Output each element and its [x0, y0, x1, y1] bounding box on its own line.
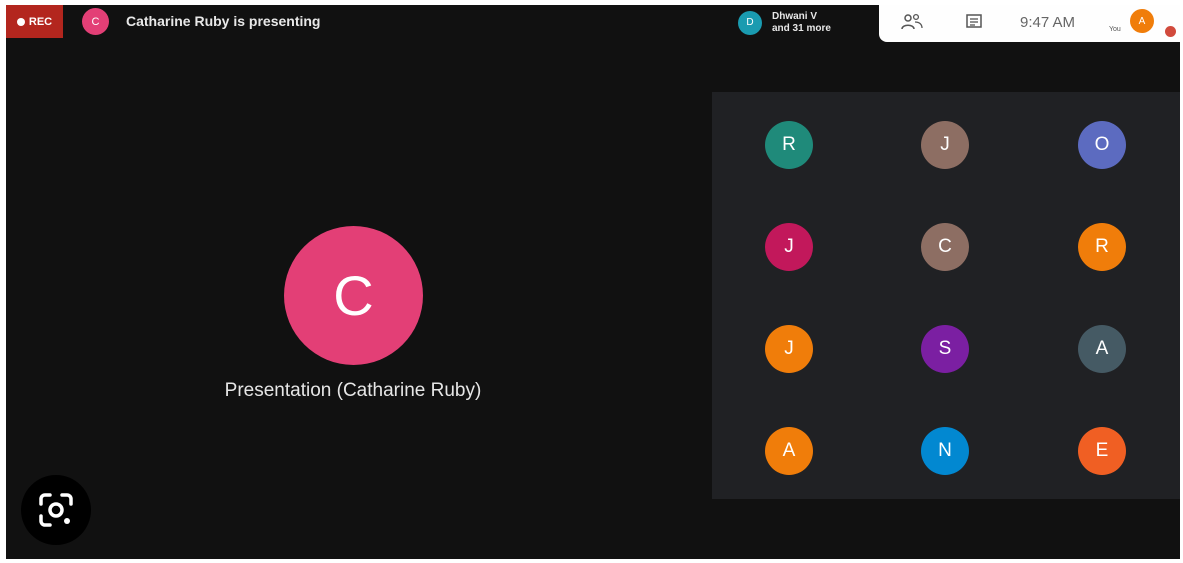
- participant-tile[interactable]: S: [921, 325, 969, 373]
- participant-initial: A: [782, 440, 796, 461]
- participant-initial: J: [784, 338, 794, 359]
- participant-initial: N: [938, 440, 952, 461]
- participant-tile[interactable]: J: [921, 121, 969, 169]
- presenter-avatar: C: [82, 8, 109, 35]
- participant-tile[interactable]: N: [921, 427, 969, 475]
- participant-tile[interactable]: R: [765, 121, 813, 169]
- recording-label: REC: [28, 15, 53, 28]
- presentation-avatar: C: [284, 226, 423, 365]
- self-avatar-initial: A: [1138, 15, 1146, 27]
- clock: 9:47 AM: [1020, 14, 1076, 31]
- participants-chip-name: Dhwani V: [772, 10, 818, 22]
- participant-tile[interactable]: O: [1078, 121, 1126, 169]
- participant-tile[interactable]: E: [1078, 427, 1126, 475]
- participant-tile[interactable]: J: [765, 223, 813, 271]
- participant-avatar-initial: D: [746, 17, 754, 28]
- participants-chip[interactable]: D Dhwani V and 31 more: [733, 5, 879, 40]
- self-avatar[interactable]: A: [1130, 9, 1154, 33]
- participant-initial: S: [938, 338, 952, 359]
- record-dot-icon: [16, 17, 25, 26]
- recording-indicator: REC: [6, 5, 63, 38]
- participant-initial: A: [1095, 338, 1109, 359]
- presentation-label: Presentation (Catharine Ruby): [224, 380, 482, 401]
- google-lens-icon: [39, 493, 73, 527]
- presentation-avatar-initial: C: [333, 264, 374, 327]
- participant-initial: J: [940, 134, 950, 155]
- participant-tile[interactable]: J: [765, 325, 813, 373]
- chat-icon[interactable]: [965, 13, 983, 35]
- participant-tile[interactable]: C: [921, 223, 969, 271]
- participant-avatar: D: [738, 10, 762, 35]
- people-icon[interactable]: [901, 13, 923, 35]
- top-toolbar: 9:47 AM You A: [879, 5, 1180, 42]
- participant-tile[interactable]: A: [765, 427, 813, 475]
- participant-initial: C: [938, 236, 952, 257]
- lens-button[interactable]: [21, 475, 91, 545]
- participant-tile[interactable]: A: [1078, 325, 1126, 373]
- participant-initial: J: [784, 236, 794, 257]
- presenting-banner: Catharine Ruby is presenting: [126, 13, 321, 29]
- presenter-avatar-initial: C: [91, 15, 100, 28]
- meeting-window: REC C Catharine Ruby is presenting D Dhw…: [6, 5, 1180, 559]
- participant-initial: R: [782, 134, 796, 155]
- participant-initial: R: [1095, 236, 1109, 257]
- participant-initial: E: [1095, 440, 1109, 461]
- self-label: You: [1109, 26, 1121, 33]
- participant-grid: R J O J C R J S A A N E: [712, 92, 1180, 499]
- participant-initial: O: [1094, 134, 1110, 155]
- participants-chip-text: Dhwani V and 31 more: [772, 11, 831, 35]
- participant-tile[interactable]: R: [1078, 223, 1126, 271]
- notification-badge: [1165, 26, 1176, 37]
- participants-chip-more: and 31 more: [772, 22, 831, 34]
